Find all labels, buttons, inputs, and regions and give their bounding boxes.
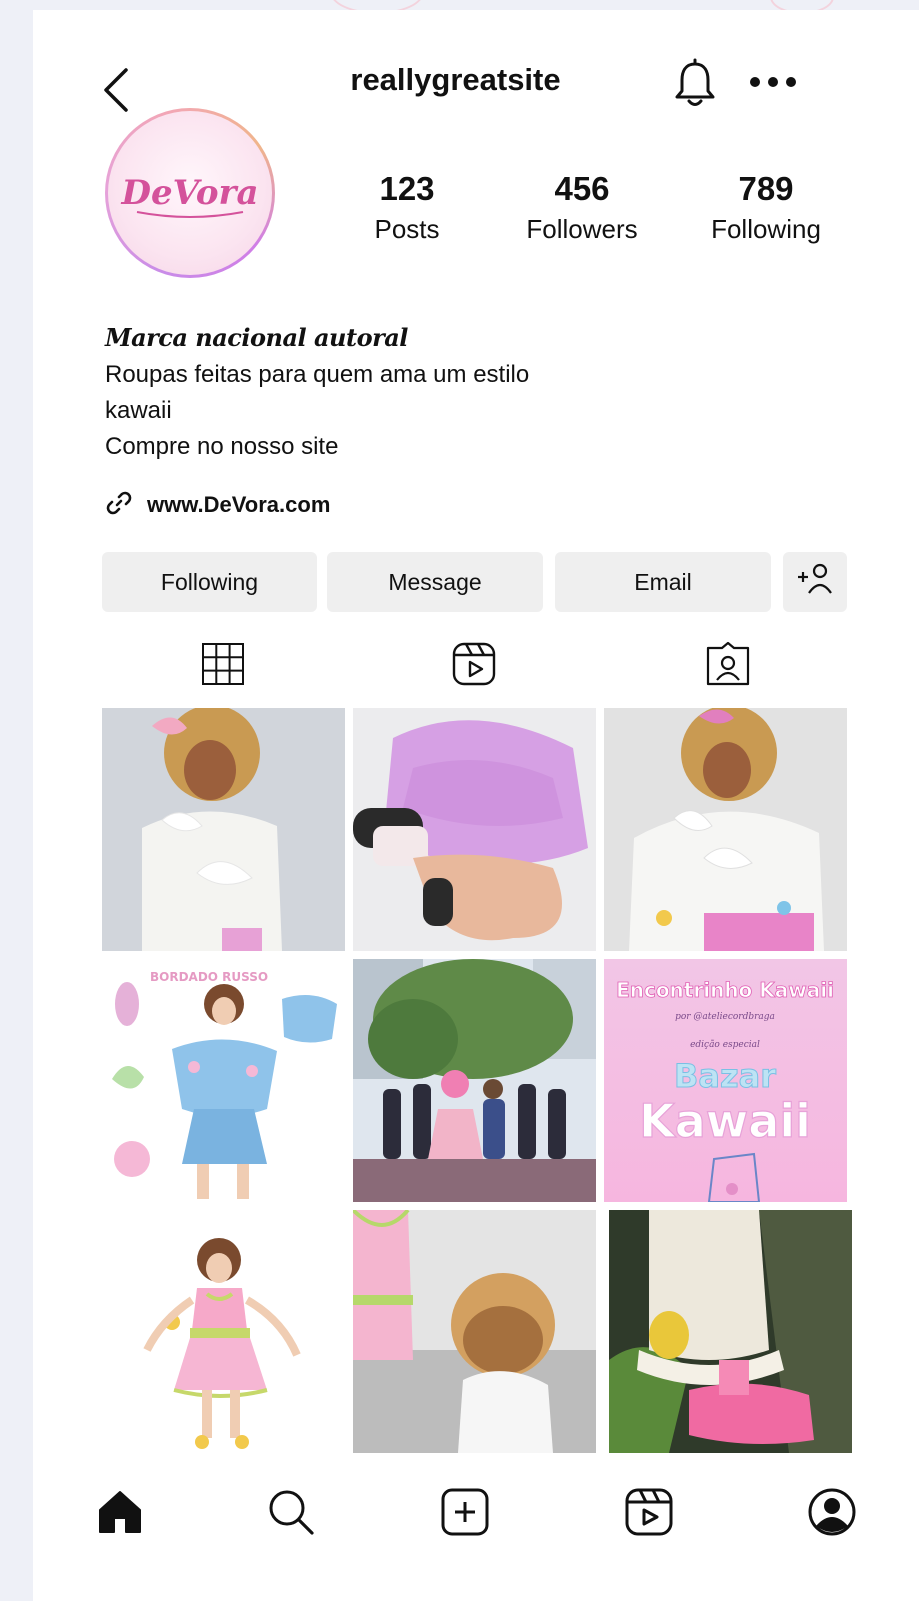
- home-icon[interactable]: [94, 1486, 146, 1538]
- avatar[interactable]: DeVora: [105, 108, 275, 278]
- more-options-icon[interactable]: [745, 70, 805, 94]
- post-tile[interactable]: [102, 708, 345, 951]
- profile-username: reallygreatsite: [350, 62, 561, 97]
- bio-line-1: Roupas feitas para quem ama um estilo: [105, 361, 530, 388]
- post-tile[interactable]: [353, 959, 596, 1202]
- search-icon[interactable]: [265, 1486, 317, 1538]
- tile-event-edition: edição especial: [690, 1039, 760, 1050]
- bio-line-2: kawaii: [105, 397, 172, 424]
- add-user-button[interactable]: [783, 552, 847, 612]
- post-tile[interactable]: Encontrinho Kawaii por @ateliecordbraga …: [604, 959, 847, 1202]
- stat-following-value: 789: [738, 170, 794, 207]
- grid-icon[interactable]: [199, 640, 247, 688]
- post-tile[interactable]: [353, 708, 596, 951]
- tile-event-title: Encontrinho Kawaii: [616, 978, 834, 1002]
- stat-following[interactable]: 789 Following: [691, 170, 841, 245]
- stat-followers[interactable]: 456 Followers: [507, 170, 657, 245]
- post-tile[interactable]: [353, 1210, 596, 1453]
- tile-event-word2: Kawaii: [639, 1094, 811, 1148]
- tile-event-word1: Bazar: [674, 1057, 776, 1095]
- bell-icon[interactable]: [671, 58, 719, 110]
- avatar-logo-text: DeVora: [121, 173, 259, 213]
- add-user-icon: [795, 561, 835, 603]
- stat-followers-value: 456: [554, 170, 610, 207]
- email-button[interactable]: Email: [555, 552, 771, 612]
- profile-icon[interactable]: [806, 1486, 858, 1538]
- post-tile[interactable]: BORDADO RUSSO: [102, 959, 345, 1202]
- message-button[interactable]: Message: [327, 552, 543, 612]
- stat-posts[interactable]: 123 Posts: [332, 170, 482, 245]
- tagged-icon[interactable]: [704, 640, 752, 688]
- stat-followers-label: Followers: [526, 214, 638, 244]
- post-tile[interactable]: [609, 1210, 852, 1453]
- bio-line-3: Compre no nosso site: [105, 433, 339, 460]
- link-icon: [105, 489, 133, 522]
- reels-tab-icon[interactable]: [450, 640, 498, 688]
- post-tile[interactable]: [102, 1210, 345, 1453]
- create-icon[interactable]: [439, 1486, 491, 1538]
- tile-event-sub: por @ateliecordbraga: [675, 1012, 775, 1022]
- website-link-text: www.DeVora.com: [147, 492, 331, 517]
- stat-posts-label: Posts: [374, 214, 440, 244]
- tile-sketch-label: BORDADO RUSSO: [150, 970, 268, 984]
- bio-title: Marca nacional autoral: [105, 323, 408, 352]
- website-link[interactable]: www.DeVora.com: [105, 490, 330, 520]
- back-icon[interactable]: [98, 60, 138, 120]
- following-button[interactable]: Following: [102, 552, 317, 612]
- profile-screen: reallygreatsite DeVora 123 Posts 456 Fol…: [33, 10, 919, 1601]
- reels-icon[interactable]: [623, 1486, 675, 1538]
- stat-following-label: Following: [711, 214, 821, 244]
- avatar-logo: DeVora: [108, 111, 272, 275]
- stat-posts-value: 123: [379, 170, 435, 207]
- post-tile[interactable]: [604, 708, 847, 951]
